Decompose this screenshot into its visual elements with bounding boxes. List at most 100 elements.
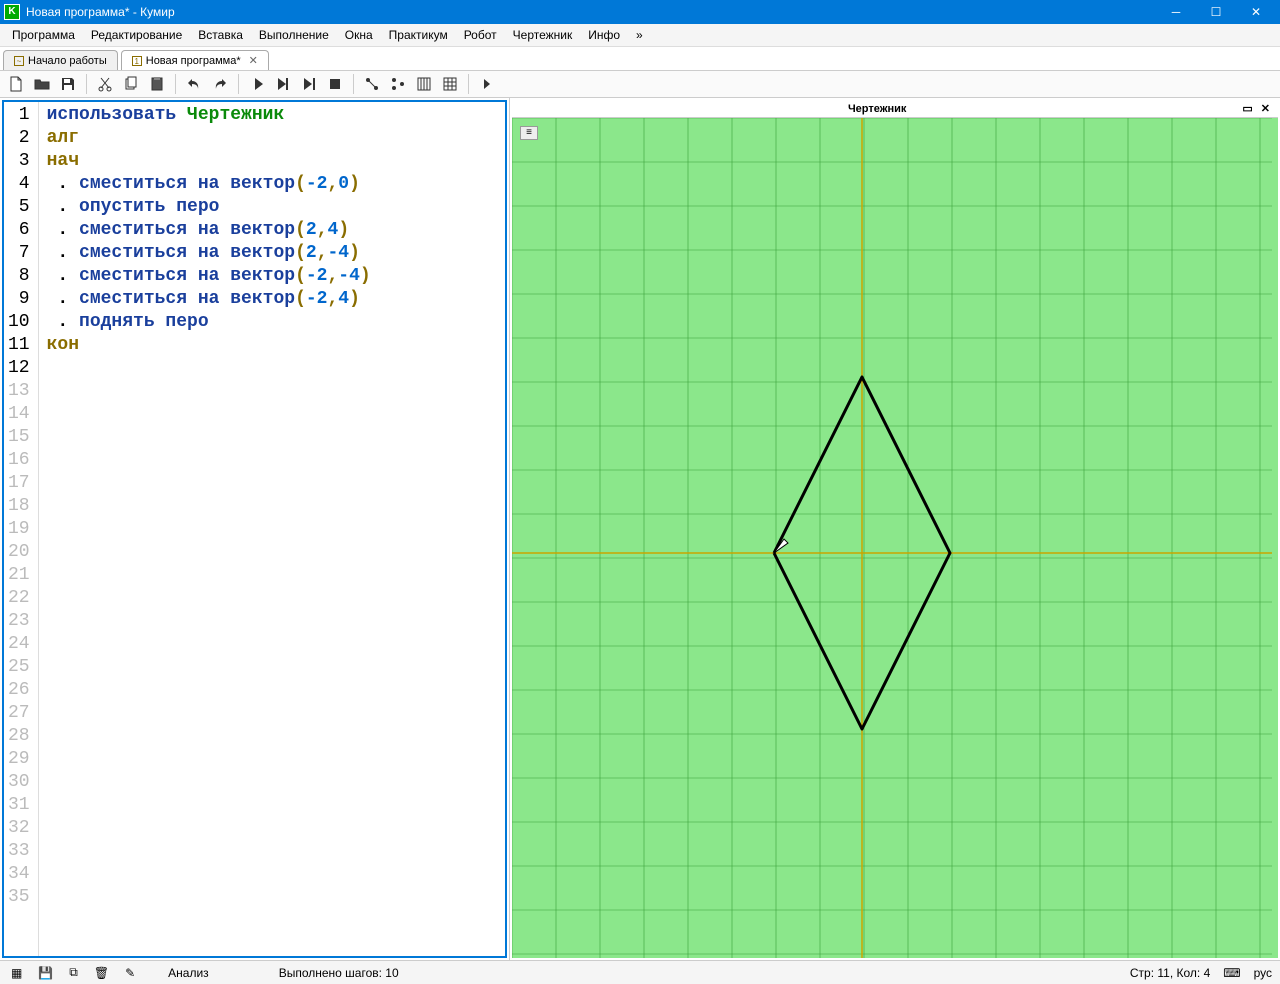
- canvas-pane: Чертежник ▭ ✕ ≡: [510, 98, 1280, 960]
- line-number: 25: [8, 656, 30, 679]
- line-number: 28: [8, 725, 30, 748]
- line-number: 17: [8, 472, 30, 495]
- token-kw: использовать: [47, 105, 187, 125]
- tab-1[interactable]: 1 Новая программа* ✕: [121, 50, 269, 70]
- token-num: 4: [338, 289, 349, 309]
- cut-button[interactable]: [93, 73, 117, 95]
- line-number: 10: [8, 311, 30, 334]
- canvas-header: Чертежник ▭ ✕: [512, 100, 1278, 118]
- detach-icon[interactable]: ▭: [1238, 102, 1256, 115]
- tab-label: Новая программа*: [146, 55, 241, 67]
- code-editor[interactable]: 1234567891011121314151617181920212223242…: [2, 100, 507, 958]
- line-number: 32: [8, 817, 30, 840]
- menu-чертежник[interactable]: Чертежник: [505, 26, 581, 44]
- analysis-label: Анализ: [168, 966, 209, 980]
- token-kw2: кон: [47, 335, 79, 355]
- code-area[interactable]: использовать Чертежникалгнач . сместитьс…: [39, 102, 505, 956]
- canvas-menu-icon[interactable]: ≡: [520, 126, 538, 140]
- line-number: 26: [8, 679, 30, 702]
- token-dot: .: [47, 312, 79, 332]
- drawing-svg: [512, 118, 1272, 958]
- line-number: 3: [8, 150, 30, 173]
- tab-close-icon[interactable]: ✕: [249, 54, 258, 67]
- stop-button[interactable]: [323, 73, 347, 95]
- token-dot: .: [47, 266, 79, 286]
- run-step-button[interactable]: [271, 73, 295, 95]
- statusbar: ▦ 💾 ⧉ 🗑 ✎ Анализ Выполнено шагов: 10 Стр…: [0, 960, 1280, 984]
- close-canvas-icon[interactable]: ✕: [1257, 102, 1274, 115]
- menu-вставка[interactable]: Вставка: [190, 26, 251, 44]
- separator: [238, 74, 239, 94]
- indent-button[interactable]: [386, 73, 410, 95]
- separator: [86, 74, 87, 94]
- close-button[interactable]: ✕: [1236, 0, 1276, 24]
- undo-button[interactable]: [182, 73, 206, 95]
- token-paren: ): [360, 266, 371, 286]
- line-number: 11: [8, 334, 30, 357]
- token-paren: (: [295, 174, 306, 194]
- kbd-icon[interactable]: ⌨: [1220, 966, 1243, 980]
- sb-grid-icon[interactable]: ▦: [8, 966, 25, 980]
- main-area: 1234567891011121314151617181920212223242…: [0, 98, 1280, 960]
- menu-редактирование[interactable]: Редактирование: [83, 26, 190, 44]
- step-into-button[interactable]: [297, 73, 321, 95]
- ruler-button[interactable]: [412, 73, 436, 95]
- separator: [353, 74, 354, 94]
- paste-button[interactable]: [145, 73, 169, 95]
- menu-»[interactable]: »: [628, 26, 651, 44]
- token-kw: сместиться на вектор: [79, 289, 295, 309]
- run-button[interactable]: [245, 73, 269, 95]
- token-num: -4: [328, 243, 350, 263]
- token-paren: ,: [317, 243, 328, 263]
- token-paren: ,: [327, 174, 338, 194]
- align-button[interactable]: [360, 73, 384, 95]
- expand-button[interactable]: [475, 73, 499, 95]
- menu-робот[interactable]: Робот: [456, 26, 505, 44]
- token-paren: ,: [327, 289, 338, 309]
- tab-icon: 1: [132, 56, 142, 66]
- sb-copy-icon[interactable]: ⧉: [66, 965, 81, 980]
- token-dot: .: [47, 220, 79, 240]
- token-num: -2: [306, 266, 328, 286]
- menu-выполнение[interactable]: Выполнение: [251, 26, 337, 44]
- maximize-button[interactable]: ☐: [1196, 0, 1236, 24]
- toolbar: [0, 71, 1280, 98]
- menubar: ПрограммаРедактированиеВставкаВыполнение…: [0, 24, 1280, 47]
- token-mod: Чертежник: [187, 105, 284, 125]
- token-dot: .: [47, 174, 79, 194]
- menu-программа[interactable]: Программа: [4, 26, 83, 44]
- drawing-canvas[interactable]: ≡: [512, 118, 1278, 958]
- token-kw: поднять перо: [79, 312, 209, 332]
- token-num: 2: [306, 220, 317, 240]
- separator: [468, 74, 469, 94]
- copy-button[interactable]: [119, 73, 143, 95]
- line-number: 15: [8, 426, 30, 449]
- grid-button[interactable]: [438, 73, 462, 95]
- menu-практикум[interactable]: Практикум: [381, 26, 456, 44]
- tab-label: Начало работы: [28, 55, 107, 67]
- line-number: 30: [8, 771, 30, 794]
- open-file-button[interactable]: [30, 73, 54, 95]
- line-number: 5: [8, 196, 30, 219]
- token-num: -2: [306, 289, 328, 309]
- line-number: 2: [8, 127, 30, 150]
- save-file-button[interactable]: [56, 73, 80, 95]
- menu-инфо[interactable]: Инфо: [580, 26, 628, 44]
- redo-button[interactable]: [208, 73, 232, 95]
- token-num: -4: [338, 266, 360, 286]
- sb-edit-icon[interactable]: ✎: [122, 966, 138, 980]
- sb-clear-icon[interactable]: 🗑: [91, 966, 112, 980]
- token-paren: ,: [327, 266, 338, 286]
- tab-0[interactable]: ~Начало работы: [3, 50, 118, 70]
- sb-save-icon[interactable]: 💾: [35, 966, 56, 980]
- minimize-button[interactable]: ─: [1156, 0, 1196, 24]
- line-number: 14: [8, 403, 30, 426]
- line-number: 29: [8, 748, 30, 771]
- line-number: 7: [8, 242, 30, 265]
- menu-окна[interactable]: Окна: [337, 26, 381, 44]
- token-kw2: нач: [47, 151, 79, 171]
- token-kw: опустить перо: [79, 197, 219, 217]
- line-number: 1: [8, 104, 30, 127]
- steps-label: Выполнено шагов: 10: [279, 966, 399, 980]
- new-file-button[interactable]: [4, 73, 28, 95]
